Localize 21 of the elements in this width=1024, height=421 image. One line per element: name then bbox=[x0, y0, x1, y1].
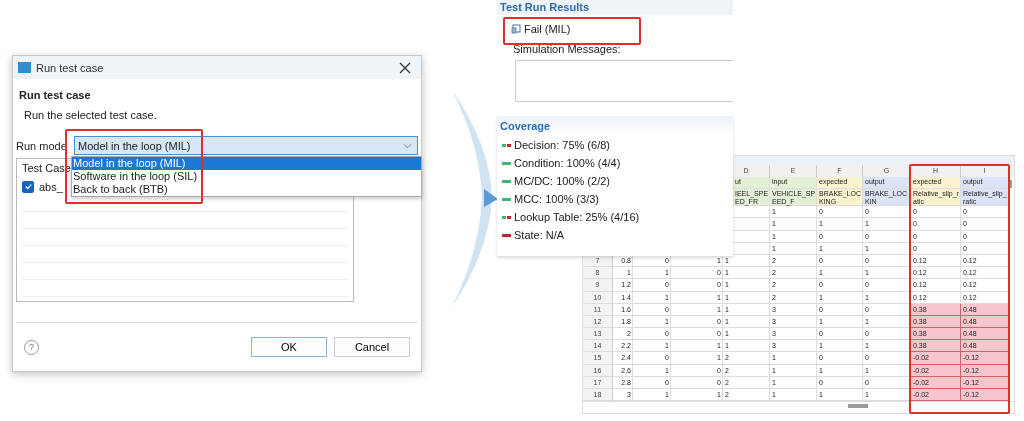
coverage-metric: MCC: 100% (3/3) bbox=[514, 193, 599, 205]
coverage-metric: Condition: 100% (4/4) bbox=[514, 157, 621, 169]
coverage-metric: State: N/A bbox=[514, 229, 565, 241]
coverage-metric: Lookup Table: 25% (4/16) bbox=[514, 211, 640, 223]
section-header: Coverage bbox=[500, 120, 551, 132]
dropdown-option[interactable]: Software in the loop (SIL) bbox=[72, 170, 421, 183]
window-title: Run test case bbox=[36, 61, 105, 74]
run-mode-label: Run mode bbox=[16, 139, 68, 152]
dialog-description: Run the selected test case. bbox=[24, 109, 157, 121]
run-mode-dropdown[interactable]: Model in the loop (MIL) bbox=[74, 136, 418, 155]
dropdown-option[interactable]: Model in the loop (MIL) bbox=[72, 157, 421, 170]
coverage-metric: MC/DC: 100% (2/2) bbox=[514, 175, 610, 187]
section-header: Test Run Results bbox=[500, 1, 590, 13]
messages-label: Simulation Messages: bbox=[513, 43, 621, 55]
coverage-metric: Decision: 75% (6/8) bbox=[514, 139, 610, 151]
result-status: Fail (MIL) bbox=[524, 23, 571, 35]
test-case-name: abs_ bbox=[39, 180, 63, 193]
ok-button[interactable]: OK bbox=[251, 337, 327, 357]
dropdown-option[interactable]: Back to back (BTB) bbox=[72, 183, 421, 196]
cancel-button[interactable]: Cancel bbox=[334, 337, 410, 357]
dialog-heading: Run test case bbox=[19, 89, 91, 101]
